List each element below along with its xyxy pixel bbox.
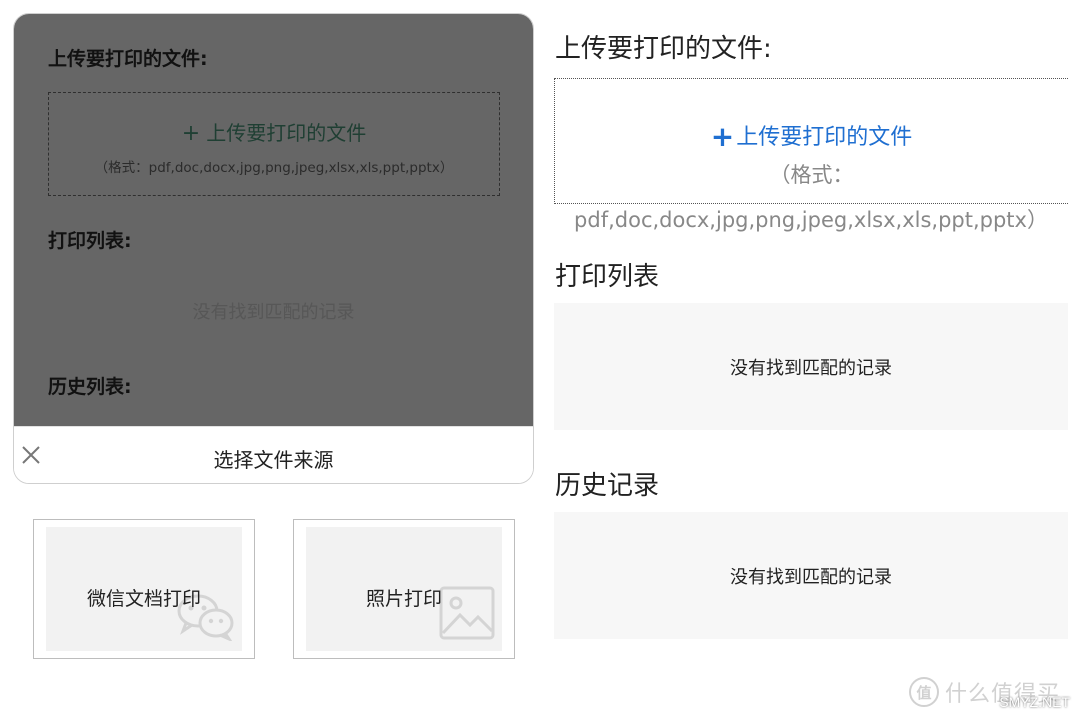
source-option-wechat-docs[interactable]: 微信文档打印 xyxy=(33,519,255,659)
watermark-site: SMYZ.NET xyxy=(999,694,1070,710)
history-list-empty-text-right: 没有找到匹配的记录 xyxy=(730,566,892,588)
print-list-title: 打印列表: xyxy=(48,230,132,252)
upload-formats-hint-line1: （格式： xyxy=(769,163,854,187)
source-option-label: 微信文档打印 xyxy=(86,588,201,610)
upload-dropzone-right[interactable]: +上传要打印的文件 （格式： xyxy=(554,78,1068,204)
history-list-title: 历史列表: xyxy=(48,376,132,398)
print-list-empty-text: 没有找到匹配的记录 xyxy=(192,302,355,323)
upload-button-label-right: 上传要打印的文件 xyxy=(736,125,913,150)
print-list-empty-text-right: 没有找到匹配的记录 xyxy=(730,357,892,379)
source-option-photo[interactable]: 照片打印 xyxy=(293,519,515,659)
plus-icon: + xyxy=(710,120,735,153)
upload-formats-hint: （格式：pdf,doc,docx,jpg,png,jpeg,xlsx,xls,p… xyxy=(94,160,454,176)
history-list-empty-state: 没有找到匹配的记录 xyxy=(554,512,1068,639)
watermark-badge: 值 xyxy=(908,677,939,707)
dimmed-page-overlay[interactable]: 上传要打印的文件: + 上传要打印的文件 （格式：pdf,doc,docx,jpg… xyxy=(14,14,533,426)
sheet-title: 选择文件来源 xyxy=(213,448,334,472)
upload-section-title-right: 上传要打印的文件: xyxy=(555,34,772,64)
upload-button-right[interactable]: +上传要打印的文件 xyxy=(555,119,1068,153)
upload-section-title: 上传要打印的文件: xyxy=(48,48,208,70)
left-phone-screen: 上传要打印的文件: + 上传要打印的文件 （格式：pdf,doc,docx,jpg… xyxy=(13,13,534,484)
history-list-title-right: 历史记录 xyxy=(555,471,660,501)
file-source-sheet-header: 选择文件来源 xyxy=(14,426,533,483)
upload-button-label: 上传要打印的文件 xyxy=(206,121,367,145)
plus-icon: + xyxy=(181,121,201,146)
upload-button-label-wrap: + 上传要打印的文件 xyxy=(49,117,499,146)
upload-dropzone[interactable]: + 上传要打印的文件 （格式：pdf,doc,docx,jpg,png,jpeg,… xyxy=(48,92,500,196)
source-option-inner: 微信文档打印 xyxy=(46,527,242,651)
print-list-title-right: 打印列表 xyxy=(555,262,660,292)
upload-formats-hint-line2: pdf,doc,docx,jpg,png,jpeg,xlsx,xls,ppt,p… xyxy=(574,208,1048,232)
print-list-empty-state: 没有找到匹配的记录 xyxy=(554,303,1068,430)
source-option-inner: 照片打印 xyxy=(306,527,502,651)
source-option-label: 照片打印 xyxy=(365,588,442,610)
